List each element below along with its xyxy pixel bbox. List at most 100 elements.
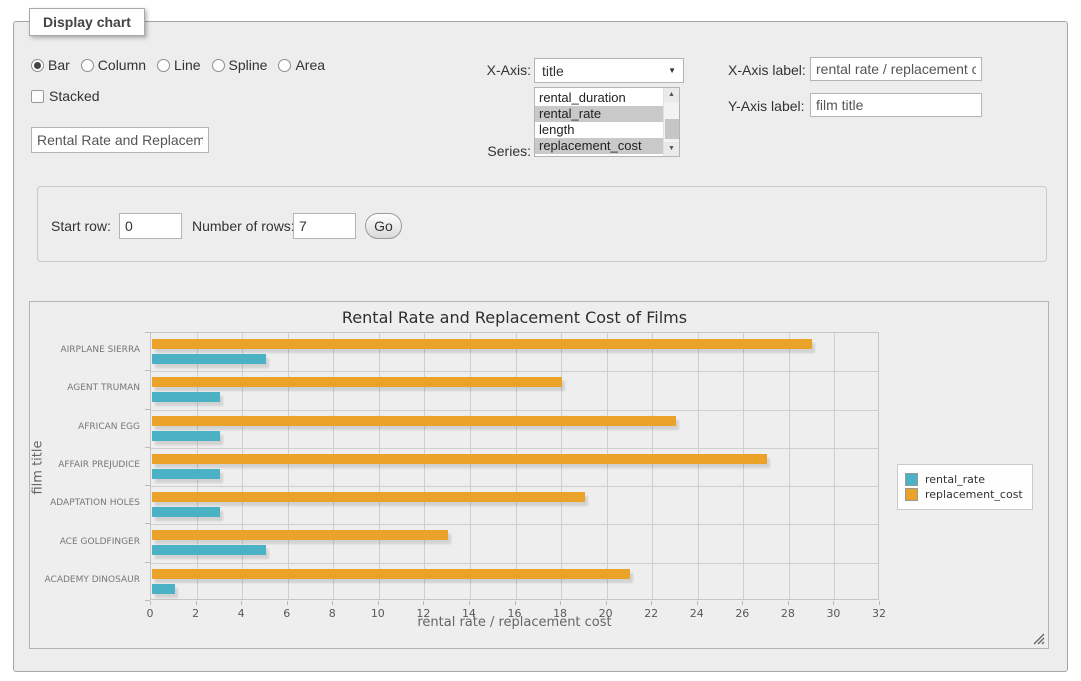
gridline-vertical <box>379 333 380 599</box>
start-row-input[interactable] <box>119 213 182 239</box>
radio-icon-column[interactable] <box>81 59 94 72</box>
y-tick-mark <box>145 370 150 371</box>
x-tick-label: 12 <box>408 607 438 620</box>
legend-swatch-replacement_cost <box>905 488 918 501</box>
x-tick-mark <box>833 601 834 605</box>
plot-area <box>150 332 879 600</box>
x-tick-label: 30 <box>818 607 848 620</box>
radio-label-bar: Bar <box>48 57 70 73</box>
category-label: AGENT TRUMAN <box>40 383 140 393</box>
legend-item-replacement_cost: replacement_cost <box>905 488 1023 501</box>
x-tick-mark <box>150 601 151 605</box>
radio-option-column[interactable]: Column <box>81 57 146 73</box>
gridline-horizontal <box>151 524 878 525</box>
bar-rental_rate <box>152 507 220 517</box>
category-label: ACADEMY DINOSAUR <box>40 575 140 585</box>
bar-replacement_cost <box>152 454 767 464</box>
bar-replacement_cost <box>152 377 562 387</box>
chart-title: Rental Rate and Replacement Cost of Film… <box>150 308 879 327</box>
gridline-vertical <box>516 333 517 599</box>
gridline-vertical <box>470 333 471 599</box>
go-button[interactable]: Go <box>365 213 402 239</box>
x-axis-label-input[interactable] <box>810 57 982 81</box>
radio-option-area[interactable]: Area <box>278 57 325 73</box>
series-option-rental_rate[interactable]: rental_rate <box>535 106 663 122</box>
radio-icon-area[interactable] <box>278 59 291 72</box>
chart-type-radio-group: Bar Column Line Spline Area <box>31 57 336 73</box>
chart-title-input[interactable] <box>31 127 209 153</box>
radio-option-spline[interactable]: Spline <box>212 57 268 73</box>
x-tick-label: 4 <box>226 607 256 620</box>
x-tick-label: 0 <box>135 607 165 620</box>
gridline-vertical <box>789 333 790 599</box>
scroll-up-icon[interactable]: ▲ <box>664 88 679 102</box>
display-chart-panel: Display chart BarColumnLineSplineArea St… <box>13 21 1068 672</box>
x-axis-label-caption: X-Axis label: <box>728 62 808 78</box>
scrollbar-thumb[interactable] <box>665 119 679 139</box>
series-option-length[interactable]: length <box>535 122 663 138</box>
bar-rental_rate <box>152 431 220 441</box>
y-tick-mark <box>145 332 150 333</box>
num-rows-input[interactable] <box>293 213 356 239</box>
series-select-label: Series: <box>454 143 531 159</box>
bar-replacement_cost <box>152 416 676 426</box>
series-listbox[interactable]: rental_durationrental_ratelengthreplacem… <box>534 87 680 157</box>
chart-legend: rental_ratereplacement_cost <box>897 464 1033 510</box>
radio-icon-bar[interactable] <box>31 59 44 72</box>
gridline-vertical <box>561 333 562 599</box>
x-tick-mark <box>742 601 743 605</box>
category-label: AFFAIR PREJUDICE <box>40 460 140 470</box>
series-option-replacement_cost[interactable]: replacement_cost <box>535 138 663 154</box>
series-option-rental_duration[interactable]: rental_duration <box>535 90 663 106</box>
stacked-option[interactable]: Stacked <box>31 88 100 104</box>
radio-label-line: Line <box>174 57 200 73</box>
x-tick-label: 8 <box>317 607 347 620</box>
x-axis-select[interactable]: title ▼ <box>534 58 684 83</box>
x-tick-mark <box>788 601 789 605</box>
bar-rental_rate <box>152 392 220 402</box>
listbox-scrollbar[interactable]: ▲ ▼ <box>663 88 679 156</box>
bar-rental_rate <box>152 584 175 594</box>
num-rows-label: Number of rows: <box>192 218 295 234</box>
radio-icon-line[interactable] <box>157 59 170 72</box>
category-label: AIRPLANE SIERRA <box>40 345 140 355</box>
y-tick-mark <box>145 447 150 448</box>
x-axis-selected-value: title <box>542 63 564 79</box>
x-tick-mark <box>879 601 880 605</box>
scroll-down-icon[interactable]: ▼ <box>664 142 679 156</box>
x-tick-mark <box>697 601 698 605</box>
stacked-checkbox-icon[interactable] <box>31 90 44 103</box>
legend-label: replacement_cost <box>925 488 1023 501</box>
x-tick-mark <box>423 601 424 605</box>
gridline-horizontal <box>151 486 878 487</box>
x-tick-label: 10 <box>363 607 393 620</box>
bar-replacement_cost <box>152 339 812 349</box>
resize-handle-icon[interactable] <box>1033 633 1045 645</box>
bar-rental_rate <box>152 545 266 555</box>
x-tick-mark <box>560 601 561 605</box>
x-tick-mark <box>378 601 379 605</box>
radio-option-line[interactable]: Line <box>157 57 200 73</box>
x-axis-select-label: X-Axis: <box>434 62 531 78</box>
gridline-horizontal <box>151 563 878 564</box>
gridline-horizontal <box>151 410 878 411</box>
radio-option-bar[interactable]: Bar <box>31 57 70 73</box>
scrollbar-track[interactable] <box>664 102 679 142</box>
radio-label-area: Area <box>295 57 325 73</box>
y-tick-mark <box>145 485 150 486</box>
x-tick-label: 32 <box>864 607 894 620</box>
x-tick-label: 2 <box>181 607 211 620</box>
x-tick-label: 6 <box>272 607 302 620</box>
legend-swatch-rental_rate <box>905 473 918 486</box>
y-axis-label-input[interactable] <box>810 93 982 117</box>
gridline-vertical <box>288 333 289 599</box>
radio-icon-spline[interactable] <box>212 59 225 72</box>
bar-replacement_cost <box>152 492 585 502</box>
x-tick-label: 18 <box>545 607 575 620</box>
gridline-horizontal <box>151 448 878 449</box>
x-tick-mark <box>332 601 333 605</box>
y-axis-label-caption: Y-Axis label: <box>728 98 808 114</box>
dropdown-caret-icon: ▼ <box>668 66 676 75</box>
start-row-label: Start row: <box>51 218 111 234</box>
gridline-horizontal <box>151 371 878 372</box>
